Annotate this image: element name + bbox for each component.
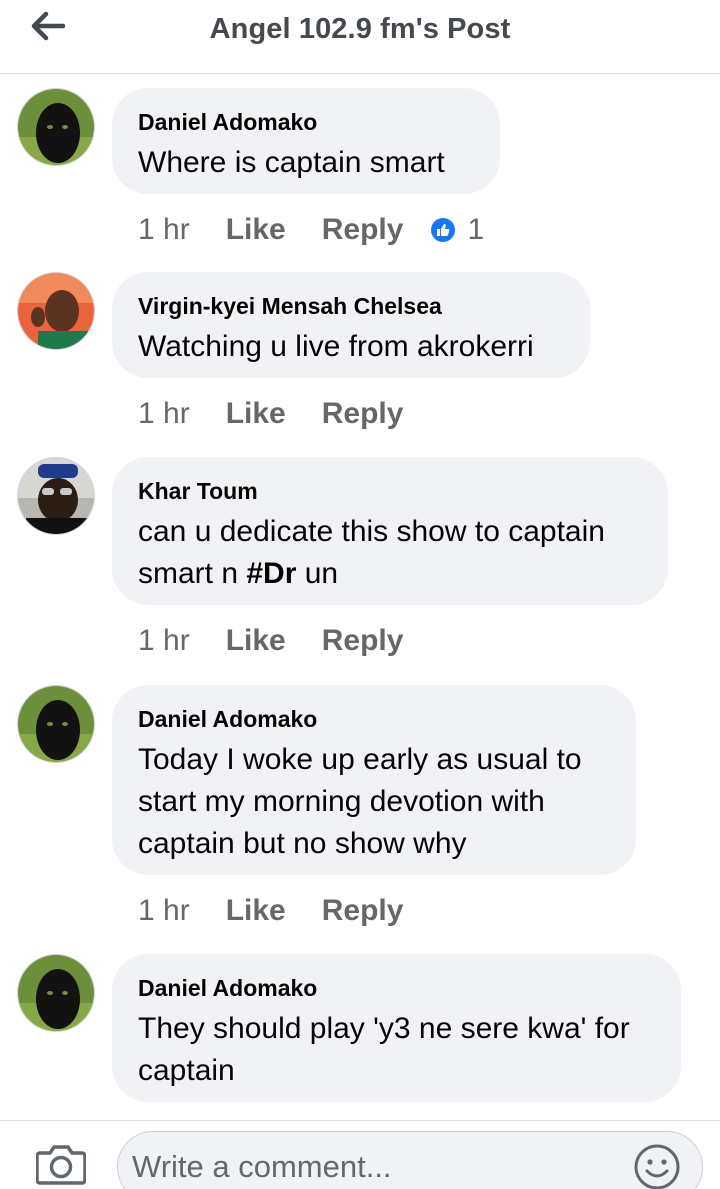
camera-icon (35, 1145, 87, 1185)
comment-author[interactable]: Daniel Adomako (138, 705, 610, 733)
comment-composer: Write a comment... (0, 1120, 720, 1189)
comment-input[interactable]: Write a comment... (117, 1131, 703, 1189)
hashtag-link[interactable]: #Dr (246, 557, 296, 590)
comment-timestamp: 1 hr (138, 624, 190, 657)
comment-timestamp: 1 hr (138, 894, 190, 927)
comment-author[interactable]: Daniel Adomako (138, 974, 655, 1002)
comment-text: Watching u live from akrokerri (138, 330, 534, 363)
reply-button[interactable]: Reply (322, 894, 404, 928)
comment-text: They should play 'y3 ne sere kwa' for ca… (138, 1008, 655, 1092)
like-button[interactable]: Like (226, 397, 286, 431)
comment-text: Today I woke up early as usual to start … (138, 739, 610, 865)
comment-actions: 1 hr Like Reply 1 (138, 210, 484, 250)
camera-button[interactable] (35, 1143, 87, 1187)
like-button[interactable]: Like (226, 624, 286, 658)
thumbs-up-icon (431, 218, 456, 242)
like-reactions[interactable]: 1 (431, 213, 485, 247)
comment-bubble[interactable]: Daniel Adomako Where is captain smart (112, 88, 500, 194)
reply-button[interactable]: Reply (322, 213, 404, 247)
comment-author[interactable]: Virgin-kyei Mensah Chelsea (138, 292, 564, 320)
comment-bubble[interactable]: Khar Toum can u dedicate this show to ca… (112, 457, 668, 605)
emoji-button[interactable] (633, 1143, 681, 1189)
comment-author[interactable]: Khar Toum (138, 477, 642, 505)
comment-text-line: Today I woke up early as usual to (138, 743, 582, 776)
comment-text-line: can u dedicate this show to captain (138, 515, 605, 548)
avatar[interactable] (17, 88, 95, 166)
avatar[interactable] (17, 685, 95, 763)
like-button[interactable]: Like (226, 894, 286, 928)
comment-text: can u dedicate this show to captain smar… (138, 511, 642, 595)
comment-timestamp: 1 hr (138, 397, 190, 430)
avatar[interactable] (17, 954, 95, 1032)
comment-text-line: captain (138, 1054, 235, 1087)
comment-text: Where is captain smart (138, 146, 445, 179)
emoji-icon (634, 1144, 680, 1189)
comment-text-segment: smart n (138, 557, 247, 590)
comment-bubble[interactable]: Virgin-kyei Mensah Chelsea Watching u li… (112, 272, 590, 378)
comment-actions: 1 hr Like Reply (138, 394, 439, 434)
like-button[interactable]: Like (226, 213, 286, 247)
avatar[interactable] (17, 457, 95, 535)
comment-input-placeholder: Write a comment... (132, 1149, 392, 1184)
reply-button[interactable]: Reply (322, 624, 404, 658)
like-count: 1 (467, 213, 485, 246)
comment-text-line: captain but no show why (138, 827, 467, 860)
comment-text-line: smart n #Dr un (138, 553, 642, 595)
comment-bubble[interactable]: Daniel Adomako They should play 'y3 ne s… (112, 954, 681, 1102)
comment-timestamp: 1 hr (138, 213, 190, 246)
avatar[interactable] (17, 272, 95, 350)
comment-author[interactable]: Daniel Adomako (138, 108, 474, 136)
comment-text-line: They should play 'y3 ne sere kwa' for (138, 1012, 630, 1045)
reply-button[interactable]: Reply (322, 397, 404, 431)
comment-actions: 1 hr Like Reply (138, 891, 439, 931)
comment-bubble[interactable]: Daniel Adomako Today I woke up early as … (112, 685, 636, 875)
comment-actions: 1 hr Like Reply (138, 621, 439, 661)
page-title: Angel 102.9 fm's Post (209, 13, 511, 45)
comment-text-line: start my morning devotion with (138, 785, 545, 818)
top-bar: Angel 102.9 fm's Post (0, 0, 720, 74)
comment-text-segment: un (296, 557, 339, 590)
